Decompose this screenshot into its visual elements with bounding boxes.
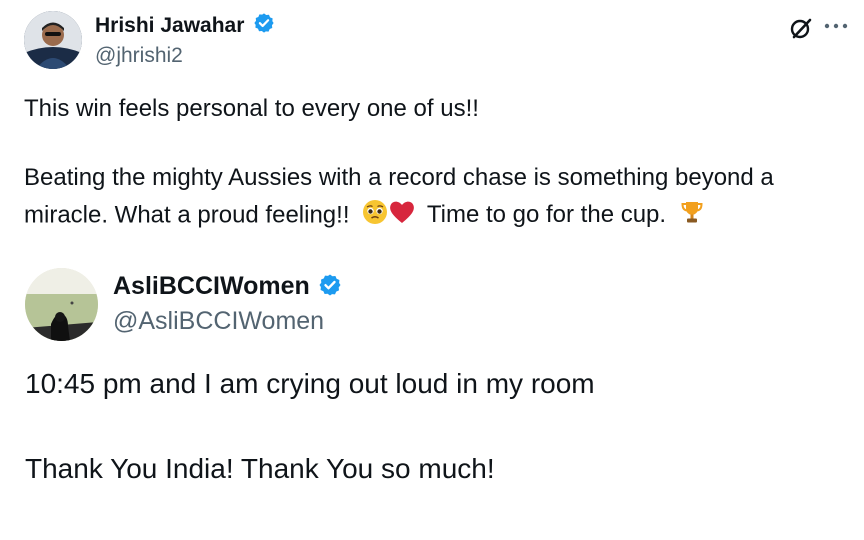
quoted-verified-badge-icon	[318, 273, 342, 302]
pleading-face-icon	[362, 199, 388, 233]
trophy-icon	[679, 199, 705, 233]
post-text-line-3-part-1: miracle. What a proud feeling!!	[24, 201, 350, 229]
grok-slash-icon[interactable]	[789, 16, 813, 40]
quoted-author-avatar[interactable]	[25, 268, 98, 341]
post-text-line-3-part-2: Time to go for the cup.	[426, 201, 667, 229]
post-text-line-3: miracle. What a proud feeling!! Time to …	[24, 199, 705, 233]
post-text-line-2: Beating the mighty Aussies with a record…	[24, 164, 774, 191]
quoted-avatar-image	[25, 268, 98, 341]
avatar-image	[24, 11, 82, 69]
quoted-text-line-1: 10:45 pm and I am crying out loud in my …	[25, 368, 595, 399]
author-name[interactable]: Hrishi Jawahar	[95, 14, 244, 37]
author-handle[interactable]: @jhrishi2	[95, 43, 183, 69]
more-ellipsis-icon[interactable]	[823, 19, 849, 31]
quoted-author-handle[interactable]: @AsliBCCIWomen	[113, 306, 324, 336]
quoted-author-name-row: AsliBCCIWomen	[113, 271, 342, 301]
author-avatar[interactable]	[24, 11, 82, 69]
post-text-line-1: This win feels personal to every one of …	[24, 95, 479, 122]
author-name-row: Hrishi Jawahar	[95, 13, 275, 39]
quoted-text-line-2: Thank You India! Thank You so much!	[25, 453, 495, 484]
verified-badge-icon	[253, 12, 275, 39]
quoted-author-name[interactable]: AsliBCCIWomen	[113, 272, 310, 300]
red-heart-icon	[388, 199, 416, 233]
